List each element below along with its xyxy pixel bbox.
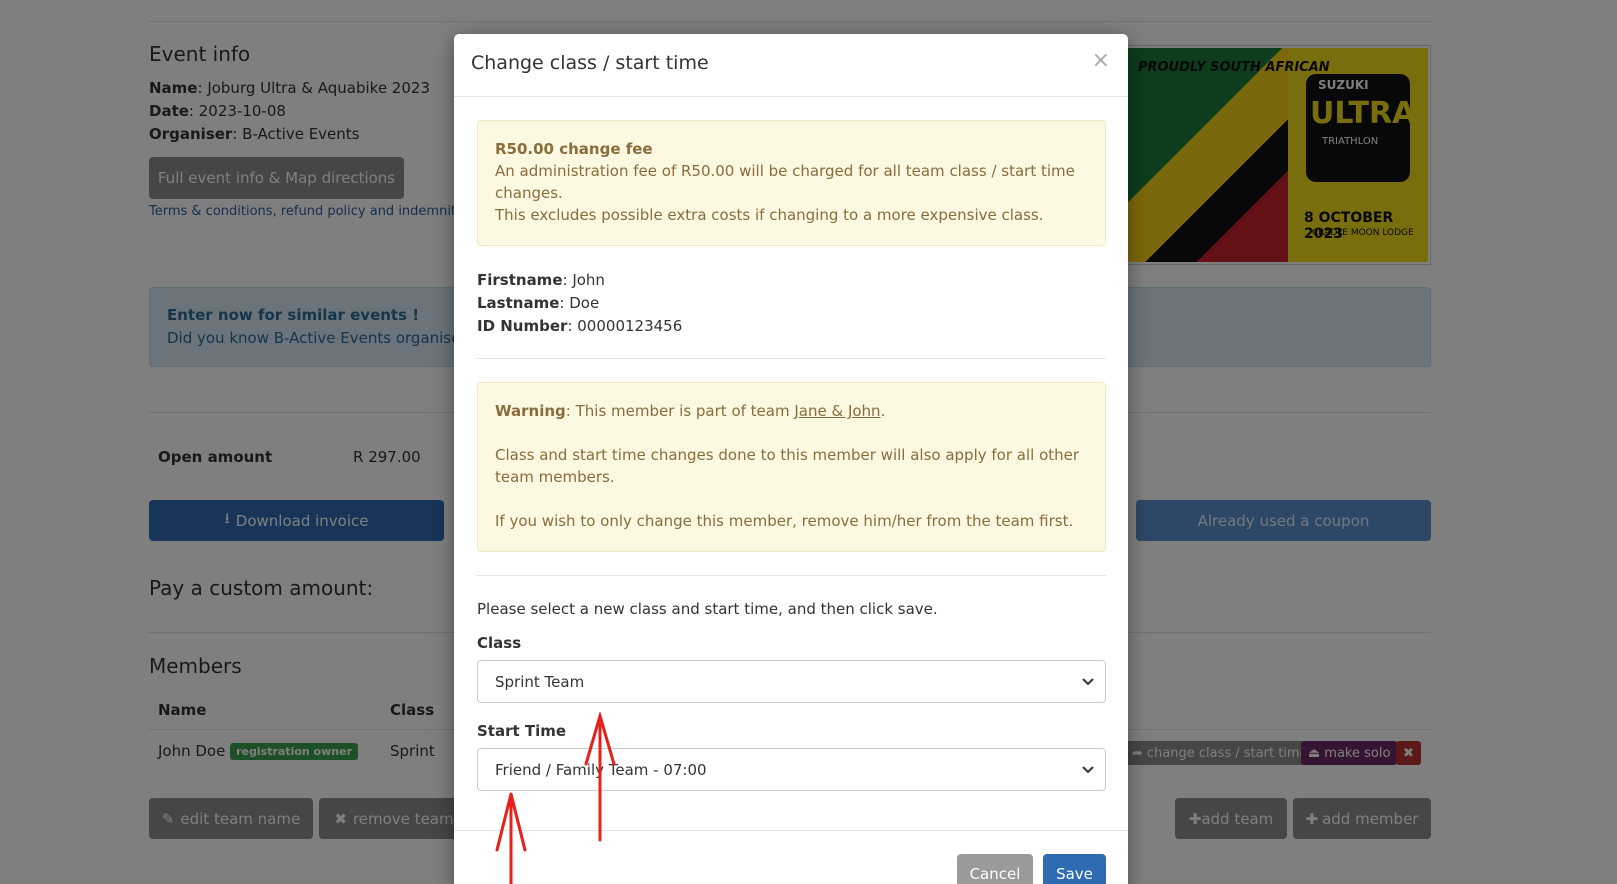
instruction-text: Please select a new class and start time… [477, 600, 938, 618]
change-class-modal: Change class / start time × R50.00 chang… [454, 34, 1128, 884]
team-warning-alert: Warning: This member is part of team Jan… [477, 382, 1106, 552]
id-number-value: 00000123456 [577, 317, 683, 335]
lastname-value: Doe [569, 294, 600, 312]
warning-paragraph-3: If you wish to only change this member, … [495, 512, 1074, 530]
start-time-select[interactable]: Friend / Family Team - 07:00 [477, 748, 1106, 791]
change-fee-line2: This excludes possible extra costs if ch… [495, 206, 1044, 224]
id-number-row: ID Number: 00000123456 [477, 317, 683, 335]
firstname-value: John [572, 271, 605, 289]
id-number-label: ID Number [477, 317, 568, 335]
warning-text: : This member is part of team [565, 402, 795, 420]
cancel-button[interactable]: Cancel [957, 854, 1033, 884]
save-button[interactable]: Save [1043, 854, 1106, 884]
warning-label: Warning [495, 402, 566, 420]
firstname-label: Firstname [477, 271, 563, 289]
annotation-arrow-up-icon [584, 712, 616, 842]
team-link[interactable]: Jane & John [794, 402, 880, 420]
change-fee-line1: An administration fee of R50.00 will be … [495, 162, 1075, 202]
chevron-down-icon [1082, 678, 1094, 686]
warning-end: . [880, 402, 886, 420]
modal-header-divider [454, 96, 1128, 97]
team-warning-line: Warning: This member is part of team Jan… [495, 400, 1088, 422]
modal-footer-divider [454, 830, 1128, 831]
annotation-arrow-up-icon [495, 792, 527, 884]
class-label: Class [477, 634, 522, 652]
class-select-value: Sprint Team [495, 672, 585, 691]
chevron-down-icon [1082, 766, 1094, 774]
change-fee-title: R50.00 change fee [495, 140, 653, 158]
firstname-row: Firstname: John [477, 271, 605, 289]
close-icon[interactable]: × [1092, 48, 1110, 73]
lastname-row: Lastname: Doe [477, 294, 600, 312]
warning-paragraph-2: Class and start time changes done to thi… [495, 446, 1080, 486]
start-time-label: Start Time [477, 722, 567, 740]
section-divider [477, 358, 1106, 359]
lastname-label: Lastname [477, 294, 560, 312]
class-select[interactable]: Sprint Team [477, 660, 1106, 703]
section-divider [477, 575, 1106, 576]
change-fee-alert: R50.00 change fee An administration fee … [477, 120, 1106, 246]
member-details: Firstname: John Lastname: Doe ID Number:… [477, 269, 682, 338]
modal-title: Change class / start time [471, 52, 709, 74]
